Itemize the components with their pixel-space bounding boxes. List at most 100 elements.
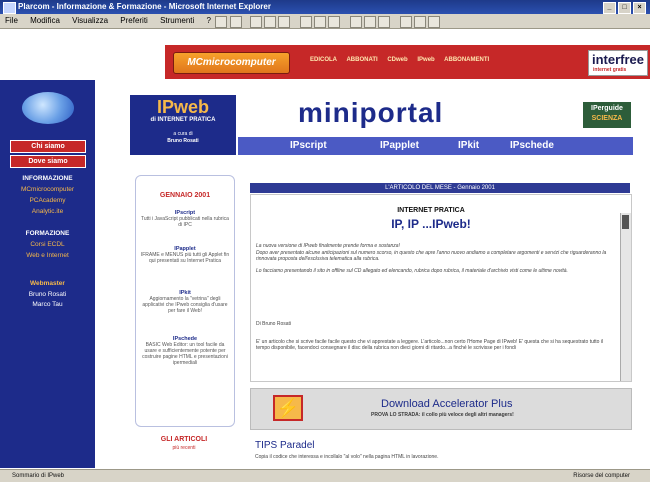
banner-link-edicola[interactable]: EDICOLA xyxy=(310,57,337,63)
menu-visualizza[interactable]: Visualizza xyxy=(67,14,113,28)
globe-icon xyxy=(22,92,74,124)
banner-links: EDICOLA ABBONATI CDweb IPweb ABBONAMENTI xyxy=(310,57,497,63)
article-scrollbar[interactable] xyxy=(620,213,631,381)
article-title: IP, IP ...IPweb! xyxy=(391,217,471,231)
sidebar-head-formazione: FORMAZIONE xyxy=(25,230,70,237)
gennaio-title: GENNAIO 2001 xyxy=(159,192,211,199)
article-paragraph: La nuova versione di IPweb finalmente pr… xyxy=(256,243,400,249)
dove-siamo-button[interactable]: Dove siamo xyxy=(10,155,86,168)
download-subtitle: PROVA LO STRADA: il collo più veloce deg… xyxy=(371,412,514,418)
sidebar-item-corsi-ecdl[interactable]: Corsi ECDL xyxy=(0,241,95,248)
sidebar-head-webmaster: Webmaster xyxy=(30,280,65,287)
gennaio-section[interactable]: IPapplet IFRAME e MENUS più tutti gli Ap… xyxy=(140,246,230,264)
sidebar-head-informazione: INFORMAZIONE xyxy=(22,175,73,182)
mail-icon[interactable] xyxy=(350,16,362,28)
article-paragraph: Dopo aver presentato alcune anticipazion… xyxy=(256,250,607,262)
tips-desc: Copia il codice che interessa e incollal… xyxy=(255,454,439,460)
ie-icon xyxy=(3,2,16,14)
messenger-icon[interactable] xyxy=(414,16,426,28)
iperguide-scienza: SCIENZA xyxy=(591,115,623,122)
section-desc: Tutti i JavaScript pubblicati nella rubr… xyxy=(141,216,229,228)
close-icon[interactable]: × xyxy=(633,2,646,14)
ipweb-logo-box[interactable]: IPweb di INTERNET PRATICA a cura di Brun… xyxy=(130,95,236,155)
mc-logo[interactable]: MCmicrocomputer xyxy=(173,52,290,74)
scrollbar-thumb[interactable] xyxy=(622,215,629,229)
home-icon[interactable] xyxy=(278,16,290,28)
minimize-icon[interactable]: _ xyxy=(603,2,616,14)
chi-siamo-button[interactable]: Chi siamo xyxy=(10,140,86,153)
section-desc: BASIC Web Editor: un tool facile da usar… xyxy=(142,342,228,366)
banner-link-ipweb[interactable]: IPweb xyxy=(417,57,434,63)
lightning-icon: ⚡ xyxy=(273,395,303,421)
gennaio-section[interactable]: IPscript Tutti i JavaScript pubblicati n… xyxy=(140,210,230,228)
status-bar: Sommario di IPweb Risorse del computer xyxy=(0,469,650,482)
article-paragraph: Lo facciamo presentando il sito in offli… xyxy=(256,268,568,274)
interfree-logo: interfree xyxy=(592,52,645,67)
banner-link-abbonamenti[interactable]: ABBONAMENTI xyxy=(444,57,489,63)
site-banner: MCmicrocomputer EDICOLA ABBONATI CDweb I… xyxy=(165,45,650,79)
sidebar-item-pcacademy[interactable]: PCAcademy xyxy=(0,197,95,204)
window-title: Plarcom - Informazione & Formazione - Mi… xyxy=(18,2,271,11)
menu-bar: File Modifica Visualizza Preferiti Strum… xyxy=(0,14,650,29)
iperguide-badge[interactable]: IPerguide SCIENZA xyxy=(583,102,631,128)
gennaio-panel: GENNAIO 2001 IPscript Tutti i JavaScript… xyxy=(135,175,235,427)
nav-ipschede[interactable]: IPschede xyxy=(510,139,554,153)
section-desc: Aggiornamento la "vetrina" degli applica… xyxy=(142,296,228,314)
gennaio-section[interactable]: IPschede BASIC Web Editor: un tool facil… xyxy=(140,336,230,366)
section-desc: IFRAME e MENUS più tutti gli Applet fin … xyxy=(140,252,230,264)
sidebar-item-analytic[interactable]: Analytic.ite xyxy=(0,208,95,215)
articoli-sub[interactable]: più recenti xyxy=(135,445,233,451)
miniportal-nav: IPscript IPapplet IPkit IPschede xyxy=(238,137,633,155)
status-right: Risorse del computer xyxy=(573,473,630,479)
ipweb-subtitle: di INTERNET PRATICA xyxy=(150,117,216,123)
menu-file[interactable]: File xyxy=(0,14,23,28)
ipweb-logo: IPweb xyxy=(156,97,209,117)
menu-preferiti[interactable]: Preferiti xyxy=(115,14,153,28)
tips-title[interactable]: TIPS Paradel xyxy=(255,440,314,451)
tools-icon[interactable] xyxy=(428,16,440,28)
miniportal-header: miniportal IPerguide SCIENZA xyxy=(238,95,633,135)
sidebar-item-web-internet[interactable]: Web e Internet xyxy=(0,252,95,259)
article-header-bar: L'ARTICOLO DEL MESE - Gennaio 2001 xyxy=(250,183,630,193)
menu-help[interactable]: ? xyxy=(202,14,216,28)
article-byline: Di Bruno Rosati xyxy=(256,321,292,327)
iperguide-label: IPerguide xyxy=(591,105,623,112)
download-accelerator-ad[interactable]: ⚡ Download Accelerator Plus PROVA LO STR… xyxy=(250,388,632,430)
history-icon[interactable] xyxy=(328,16,340,28)
search-icon[interactable] xyxy=(300,16,312,28)
window-titlebar: Plarcom - Informazione & Formazione - Mi… xyxy=(0,0,650,14)
maximize-icon[interactable]: □ xyxy=(618,2,631,14)
sidebar-item-bruno-rosati[interactable]: Bruno Rosati xyxy=(0,291,95,298)
sidebar-item-mcmicrocomputer[interactable]: MCmicrocomputer xyxy=(0,186,95,193)
nav-ipkit[interactable]: IPkit xyxy=(458,139,479,153)
gennaio-section[interactable]: IPkit Aggiornamento la "vetrina" degli a… xyxy=(140,290,230,314)
edit-icon[interactable] xyxy=(378,16,390,28)
discuss-icon[interactable] xyxy=(400,16,412,28)
article-paragraph: E' un articolo che si scrive facile faci… xyxy=(256,339,604,351)
nav-ipapplet[interactable]: IPapplet xyxy=(380,139,419,153)
article-box: INTERNET PRATICA IP, IP ...IPweb! La nuo… xyxy=(250,194,632,382)
menu-modifica[interactable]: Modifica xyxy=(25,14,65,28)
sidebar: Chi siamo Dove siamo INFORMAZIONE MCmicr… xyxy=(0,80,95,468)
refresh-icon[interactable] xyxy=(264,16,276,28)
download-title: Download Accelerator Plus xyxy=(381,398,513,410)
status-left: Sommario di IPweb xyxy=(12,473,65,479)
back-icon[interactable] xyxy=(215,16,227,28)
ipweb-by: a cura di xyxy=(173,131,193,137)
article-kicker: INTERNET PRATICA xyxy=(397,207,465,214)
stop-icon[interactable] xyxy=(250,16,262,28)
interfree-tagline: internet gratis xyxy=(593,67,627,73)
sidebar-item-marco-tau[interactable]: Marco Tau xyxy=(0,301,95,308)
print-icon[interactable] xyxy=(364,16,376,28)
nav-ipscript[interactable]: IPscript xyxy=(290,139,327,153)
banner-link-cdweb[interactable]: CDweb xyxy=(387,57,407,63)
favorites-icon[interactable] xyxy=(314,16,326,28)
ipweb-author: Bruno Rosati xyxy=(167,138,199,144)
interfree-ad[interactable]: interfree internet gratis xyxy=(588,50,648,76)
articoli-link[interactable]: GLI ARTICOLI xyxy=(135,436,233,443)
banner-link-abbonati[interactable]: ABBONATI xyxy=(346,57,377,63)
page-title: miniportal xyxy=(298,97,444,128)
forward-icon[interactable] xyxy=(230,16,242,28)
menu-strumenti[interactable]: Strumenti xyxy=(155,14,199,28)
window-controls: _ □ × xyxy=(603,2,646,14)
